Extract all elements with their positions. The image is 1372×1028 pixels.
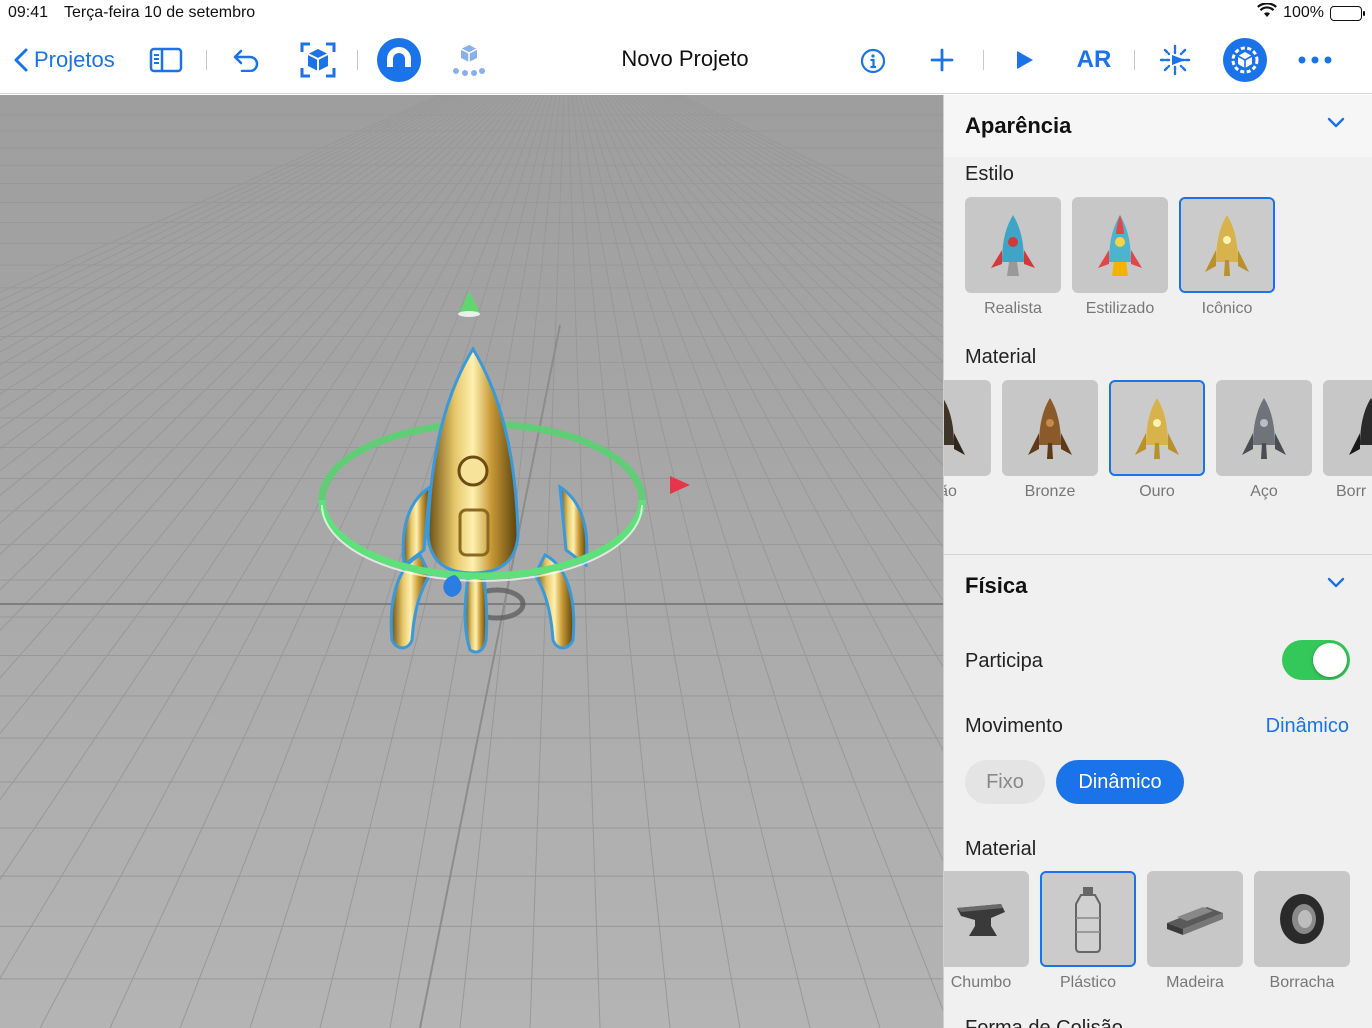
movement-value[interactable]: Dinâmico [1266, 715, 1349, 738]
chevron-left-icon [14, 48, 28, 72]
status-date: Terça-feira 10 de setembro [64, 4, 256, 21]
style-option-estilizado[interactable] [1072, 197, 1168, 293]
style-caption: Icônico [1201, 300, 1253, 317]
wifi-icon [1257, 2, 1278, 23]
status-right: 100% [1257, 2, 1365, 23]
add-button[interactable] [928, 46, 956, 74]
participate-label: Participa [965, 650, 1043, 672]
toolbar-divider [1134, 50, 1135, 70]
physics-material-caption: Madeira [1166, 974, 1224, 991]
sidebar-toggle-button[interactable] [148, 46, 184, 74]
ar-button[interactable]: AR [1072, 44, 1116, 76]
appearance-section-header[interactable]: Aparência [944, 95, 1372, 157]
battery-percent: 100% [1283, 4, 1324, 21]
frame-object-button[interactable] [298, 40, 338, 80]
tap-trigger-icon [1159, 44, 1191, 76]
physics-material-borracha[interactable] [1254, 871, 1350, 967]
back-button[interactable]: Projetos [14, 44, 115, 76]
status-time: 09:41 [8, 4, 49, 21]
toolbar-divider [357, 50, 358, 70]
material-option-partial[interactable] [944, 380, 991, 476]
appearance-title: Aparência [965, 113, 1072, 138]
behaviors-button[interactable] [1156, 42, 1194, 78]
scene-viewport[interactable] [0, 95, 943, 1028]
style-label: Estilo [965, 163, 1014, 185]
style-caption: Estilizado [1085, 300, 1155, 317]
material-caption: Aço [1250, 483, 1278, 500]
physics-section-header[interactable]: Física [944, 555, 1372, 617]
chevron-down-icon [1327, 117, 1345, 128]
material-option-aco[interactable] [1216, 380, 1312, 476]
plastic-bottle-icon [1075, 887, 1101, 953]
sidebar-icon [149, 47, 183, 73]
movement-dynamic-option[interactable]: Dinâmico [1056, 760, 1184, 804]
info-icon [860, 48, 886, 74]
rocket-realistic-icon [991, 215, 1035, 276]
object-settings-icon [1231, 46, 1259, 74]
wood-planks-icon [1167, 907, 1223, 935]
material-caption: ão [944, 483, 957, 500]
plus-icon [930, 48, 954, 72]
physics-material-caption: Borracha [1269, 974, 1335, 991]
physics-material-caption: Chumbo [950, 974, 1012, 991]
inspector-panel: Aparência Estilo Realista Estilizado Icô… [943, 95, 1372, 1028]
toolbar: Projetos Novo Projeto AR [0, 26, 1372, 94]
physics-material-chumbo[interactable] [944, 871, 1029, 967]
undo-icon [233, 49, 259, 72]
toolbar-divider [206, 50, 207, 70]
style-option-iconico[interactable] [1179, 197, 1275, 293]
cube-focus-icon [300, 42, 336, 78]
ellipsis-icon [1298, 56, 1332, 64]
style-caption: Realista [984, 300, 1042, 317]
inspector-button[interactable] [1223, 38, 1267, 82]
movement-label: Movimento [965, 715, 1063, 737]
status-bar: 09:41 Terça-feira 10 de setembro 100% [0, 0, 1372, 26]
project-title: Novo Projeto [621, 46, 749, 71]
physics-objects-button[interactable] [450, 42, 488, 78]
style-option-realista[interactable] [965, 197, 1061, 293]
magnet-icon [387, 47, 411, 72]
material-option-borracha[interactable] [1323, 380, 1372, 476]
info-button[interactable] [858, 46, 888, 76]
material-caption: Borr [1336, 483, 1367, 500]
material-caption: Ouro [1139, 483, 1175, 500]
cubes-icon [453, 45, 485, 76]
scene-canvas[interactable] [0, 95, 943, 1028]
physics-material-label: Material [965, 838, 1037, 860]
rocket-iconic-icon [1205, 215, 1249, 276]
back-button-label: Projetos [34, 47, 115, 72]
play-icon [1017, 51, 1033, 69]
tire-icon [1280, 894, 1324, 944]
physics-material-caption: Plástico [1059, 974, 1117, 991]
more-button[interactable] [1296, 46, 1334, 74]
collision-shape-label-partial: Forma de Colisão [965, 1017, 1123, 1028]
rocket-steel-icon [1242, 398, 1286, 459]
rocket-rubber-icon [1349, 398, 1372, 455]
material-option-bronze[interactable] [1002, 380, 1098, 476]
movement-fixed-option[interactable]: Fixo [965, 760, 1045, 804]
snapping-button[interactable] [377, 38, 421, 82]
participate-toggle[interactable] [1282, 640, 1350, 680]
y-axis-handle-base [458, 311, 480, 317]
material-caption: Bronze [1024, 483, 1076, 500]
physics-title: Física [965, 573, 1028, 598]
toggle-knob [1313, 643, 1347, 677]
battery-icon [1330, 5, 1365, 21]
physics-material-plastico[interactable] [1040, 871, 1136, 967]
rocket-gold-icon [1135, 398, 1179, 459]
chevron-down-icon [1327, 577, 1345, 588]
play-button[interactable] [1010, 46, 1038, 74]
material-option-ouro[interactable] [1109, 380, 1205, 476]
rocket-bronze-icon [1028, 398, 1072, 459]
appearance-material-label: Material [965, 346, 1037, 368]
undo-button[interactable] [230, 46, 262, 74]
rocket-dark-icon [944, 399, 965, 455]
physics-material-madeira[interactable] [1147, 871, 1243, 967]
anvil-icon [957, 904, 1005, 936]
rocket-stylized-icon [1098, 215, 1142, 276]
toolbar-divider [983, 50, 984, 70]
